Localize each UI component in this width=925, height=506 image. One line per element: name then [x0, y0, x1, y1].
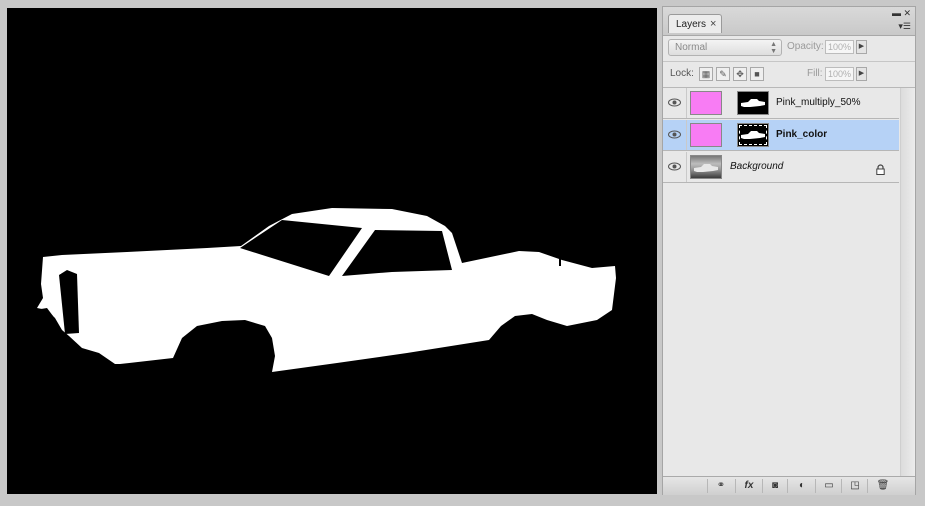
lock-all-icon[interactable]: ■: [750, 67, 764, 81]
layer-thumbnail-pink[interactable]: [690, 123, 722, 147]
fill-input[interactable]: 100%: [825, 67, 854, 81]
mask-icon[interactable]: ◙: [767, 479, 783, 493]
lock-fill-row: Lock: ▦ ✎ ✥ ■ Fill: 100% ▶: [663, 62, 915, 88]
layers-bottom-toolbar: ⚭ fx ◙ ◐ ▭ ◳ 🗑: [663, 476, 915, 495]
document-canvas[interactable]: [7, 8, 657, 494]
layer-name: Background: [730, 161, 784, 172]
layer-mask-thumbnail[interactable]: [737, 91, 769, 115]
lock-label: Lock:: [670, 68, 694, 79]
panel-menu-icon[interactable]: ▾☰: [898, 21, 911, 32]
link-icon[interactable]: ⚭: [711, 479, 731, 493]
blend-mode-select[interactable]: Normal ▲ ▼: [668, 39, 782, 56]
layers-list: Pink_multiply_50% Pink_color Background: [663, 88, 899, 476]
visibility-eye-icon[interactable]: [663, 152, 687, 182]
layers-scrollbar[interactable]: [900, 88, 915, 476]
folder-icon[interactable]: ▭: [821, 479, 837, 493]
close-icon[interactable]: ×: [710, 18, 716, 30]
panel-title-bar: Layers × ▬ ✕ ▾☰: [663, 7, 915, 36]
adjustment-icon[interactable]: ◐: [793, 479, 811, 493]
layer-name: Pink_multiply_50%: [776, 97, 861, 108]
layer-row-pink-color[interactable]: Pink_color: [663, 120, 899, 151]
layer-thumbnail-pink[interactable]: [690, 91, 722, 115]
tab-layers[interactable]: Layers ×: [668, 14, 723, 33]
car-silhouette-mask: [35, 208, 616, 372]
opacity-input[interactable]: 100%: [825, 40, 854, 54]
opacity-label: Opacity:: [787, 41, 824, 52]
new-layer-icon[interactable]: ◳: [847, 479, 863, 493]
collapse-icon[interactable]: ▬ ✕: [892, 8, 911, 18]
lock-position-icon[interactable]: ✥: [733, 67, 747, 81]
lock-image-brush-icon[interactable]: ✎: [716, 67, 730, 81]
visibility-eye-icon[interactable]: [663, 88, 687, 118]
visibility-eye-icon[interactable]: [663, 120, 687, 150]
tab-layers-label: Layers: [676, 19, 707, 30]
layer-mask-thumbnail[interactable]: [737, 123, 769, 147]
fill-slider-toggle-icon[interactable]: ▶: [856, 67, 867, 81]
lock-transparency-icon[interactable]: ▦: [699, 67, 713, 81]
layers-panel: Layers × ▬ ✕ ▾☰ Normal ▲ ▼ Opacity: 100% ▶…: [662, 6, 916, 495]
layer-name: Pink_color: [776, 129, 828, 140]
opacity-slider-toggle-icon[interactable]: ▶: [856, 40, 867, 54]
layer-row-background[interactable]: Background: [663, 152, 899, 183]
background-photo-thumbnail[interactable]: [690, 155, 722, 179]
blend-opacity-row: Normal ▲ ▼ Opacity: 100% ▶: [663, 36, 915, 62]
fill-label: Fill:: [807, 68, 823, 79]
trash-icon[interactable]: 🗑: [875, 479, 891, 493]
fx-icon[interactable]: fx: [739, 479, 759, 493]
select-arrows-icon: ▲ ▼: [770, 41, 777, 55]
blend-mode-value: Normal: [675, 42, 708, 53]
lock-icon: [876, 162, 885, 180]
layer-row-pink-multiply[interactable]: Pink_multiply_50%: [663, 88, 899, 119]
